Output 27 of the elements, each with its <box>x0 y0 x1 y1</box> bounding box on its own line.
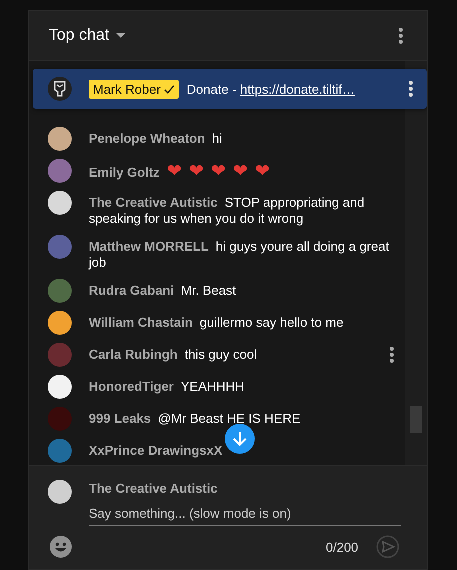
more-icon[interactable] <box>390 347 394 363</box>
character-count: 0/200 <box>326 540 359 555</box>
message-input[interactable]: Say something... (slow mode is on) <box>89 501 401 526</box>
arrow-down-icon <box>233 431 247 447</box>
chat-message: Rudra Gabani Mr. Beast <box>89 283 238 299</box>
donate-link[interactable]: https://donate.tiltif… <box>240 82 356 96</box>
caret-icon <box>116 33 126 38</box>
chat-message: HonoredTiger YEAHHHH <box>89 379 246 395</box>
chat-message: Carla Rubingh this guy cool <box>89 347 258 363</box>
pinned-message: Donate - https://donate.tiltif… <box>186 82 356 96</box>
more-icon[interactable] <box>399 28 403 44</box>
chat-message: XxPrince DrawingsxX <box>89 443 224 459</box>
avatar <box>48 480 72 504</box>
scroll-down-button[interactable] <box>225 424 255 454</box>
chat-message: Penelope Wheaton hi <box>89 131 224 147</box>
author-name: The Creative Autistic <box>89 481 219 497</box>
chat-message: Emily Goltz ❤ ❤ ❤ ❤ ❤ <box>89 163 272 181</box>
chat-message: William Chastain guillermo say hello to me <box>89 315 345 331</box>
chat-mode-dropdown[interactable]: Top chat <box>49 26 126 44</box>
chat-message: 999 Leaks @Mr Beast HE IS HERE <box>89 411 302 427</box>
helmet-icon <box>53 81 67 97</box>
more-icon[interactable] <box>409 81 413 97</box>
emoji-icon[interactable] <box>50 536 72 558</box>
chat-message: Matthew MORRELL hi guys youre all doing a great job <box>89 239 390 271</box>
chat-message: The Creative Autistic STOP appropriating and speaking for us when you do it wrong <box>89 195 366 227</box>
scrollbar[interactable] <box>405 61 427 465</box>
author-badge: Mark Rober <box>89 80 179 98</box>
